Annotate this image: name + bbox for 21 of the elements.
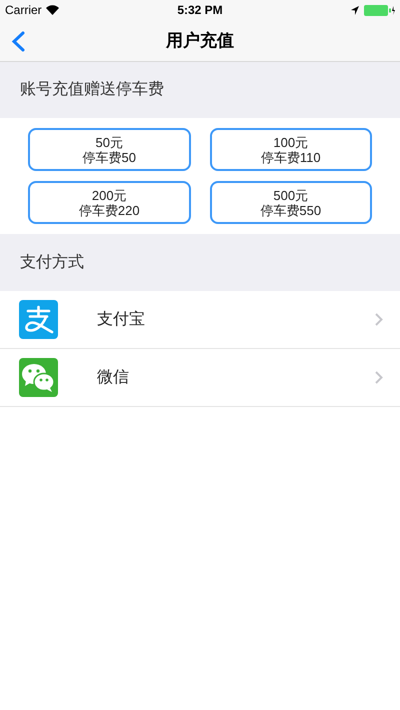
carrier-text: Carrier bbox=[5, 2, 42, 19]
recharge-option-button[interactable]: 100元 停车费110 bbox=[210, 128, 372, 171]
section-header: 账号充值赠送停车费 bbox=[20, 80, 164, 100]
battery-icon bbox=[364, 4, 395, 16]
recharge-option-button[interactable]: 200元 停车费220 bbox=[28, 181, 190, 224]
chevron-icon bbox=[375, 371, 383, 384]
recharge-option-button[interactable]: 500元 停车费550 bbox=[210, 181, 372, 224]
payment-method-row[interactable]: 支付宝 bbox=[0, 291, 400, 349]
payment-method-label: 微信 bbox=[97, 368, 129, 388]
location-arrow-icon bbox=[351, 6, 359, 14]
wifi-icon bbox=[46, 5, 59, 15]
recharge-option-button[interactable]: 50元 停车费50 bbox=[28, 128, 190, 171]
alipay-icon bbox=[19, 300, 58, 339]
payment-method-row[interactable]: 微信 bbox=[0, 349, 400, 407]
clock-text: 5:32 PM bbox=[177, 2, 223, 19]
payment-method-label: 支付宝 bbox=[97, 310, 145, 330]
back-icon[interactable] bbox=[11, 31, 25, 52]
wechat-icon bbox=[19, 358, 58, 397]
page-title: 用户充值 bbox=[166, 30, 234, 52]
section-header: 支付方式 bbox=[20, 252, 84, 272]
chevron-icon bbox=[375, 313, 383, 326]
